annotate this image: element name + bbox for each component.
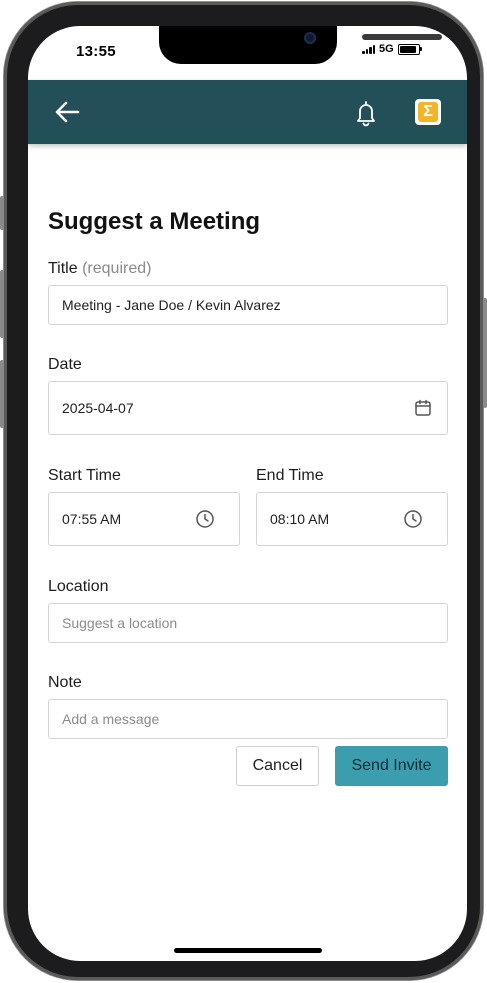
title-input-value: Meeting - Jane Doe / Kevin Alvarez [62,297,281,313]
date-label: Date [48,356,82,373]
screen: 13:55 5G Σ Suggest a Meeting Title (requ… [28,26,467,961]
note-input[interactable]: Add a message [48,699,448,739]
title-label: Title (required) [48,260,151,278]
notifications-button[interactable] [351,98,381,128]
bell-icon [357,101,375,127]
title-input[interactable]: Meeting - Jane Doe / Kevin Alvarez [48,285,448,325]
location-placeholder: Suggest a location [62,615,178,631]
battery-icon [397,43,422,55]
note-placeholder: Add a message [62,711,160,727]
clock-icon[interactable] [195,509,215,529]
phone-frame: 13:55 5G Σ Suggest a Meeting Title (requ… [0,2,487,980]
front-camera [304,32,316,44]
home-indicator[interactable] [174,948,322,953]
power-button [483,298,487,408]
signal-icon [362,44,375,54]
status-time: 13:55 [76,43,116,60]
app-logo-button[interactable]: Σ [415,99,441,125]
speaker-grille [362,34,442,40]
clock-icon[interactable] [403,509,423,529]
mute-switch [0,196,4,230]
end-time-input[interactable]: 08:10 AM [256,492,448,546]
end-time-label: End Time [256,467,324,484]
arrow-left-icon [55,101,80,123]
calendar-icon[interactable] [413,398,433,418]
app-bar: Σ [28,80,467,144]
start-time-input[interactable]: 07:55 AM [48,492,240,546]
send-invite-button[interactable]: Send Invite [335,746,448,786]
volume-down-button [0,360,4,428]
required-hint: (required) [82,260,152,277]
notch [159,26,442,64]
start-time-label: Start Time [48,467,121,484]
status-icons: 5G [362,42,422,56]
date-input-value: 2025-04-07 [62,400,134,416]
end-time-value: 08:10 AM [270,511,330,527]
location-label: Location [48,578,109,595]
location-input[interactable]: Suggest a location [48,603,448,643]
sigma-logo-icon: Σ [418,102,438,122]
cancel-button[interactable]: Cancel [236,746,319,786]
note-label: Note [48,674,82,691]
network-type: 5G [379,43,394,55]
volume-up-button [0,270,4,338]
battery-fill [399,45,416,53]
back-button[interactable] [52,98,82,126]
page-title: Suggest a Meeting [48,208,261,235]
date-input[interactable]: 2025-04-07 [48,381,448,435]
start-time-value: 07:55 AM [62,511,122,527]
title-label-text: Title [48,260,78,277]
